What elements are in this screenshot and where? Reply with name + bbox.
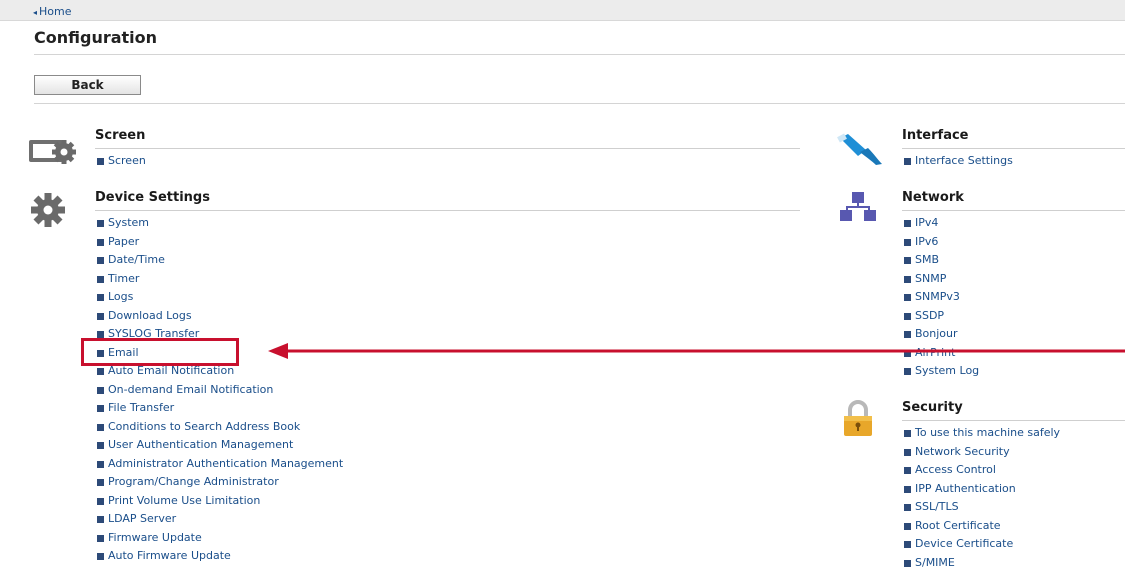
link-system-log[interactable]: System Log xyxy=(902,362,1125,381)
back-button[interactable]: Back xyxy=(34,75,141,95)
link-use-machine-safely[interactable]: To use this machine safely xyxy=(902,424,1125,443)
device-settings-item-list: System Paper Date/Time Timer Logs Downlo… xyxy=(95,214,800,566)
link-network-security[interactable]: Network Security xyxy=(902,443,1125,462)
network-icon xyxy=(840,192,876,221)
link-interface-settings[interactable]: Interface Settings xyxy=(902,152,1125,171)
section-device-settings: Device Settings System Paper Date/Time T… xyxy=(95,189,800,566)
gear-icon xyxy=(31,193,65,227)
security-item-list: To use this machine safely Network Secur… xyxy=(902,424,1125,572)
link-administrator-authentication-management[interactable]: Administrator Authentication Management xyxy=(95,455,800,474)
link-firmware-update[interactable]: Firmware Update xyxy=(95,529,800,548)
section-security: Security To use this machine safely Netw… xyxy=(902,399,1125,572)
link-file-transfer[interactable]: File Transfer xyxy=(95,399,800,418)
link-access-control[interactable]: Access Control xyxy=(902,461,1125,480)
screen-item-list: Screen xyxy=(95,152,800,171)
top-bar xyxy=(0,0,1125,21)
section-title-screen: Screen xyxy=(95,127,800,149)
home-link[interactable]: ◂ Home xyxy=(33,5,72,19)
email-highlight-box xyxy=(81,338,239,366)
link-airprint[interactable]: AirPrint xyxy=(902,344,1125,363)
interface-item-list: Interface Settings xyxy=(902,152,1125,171)
link-paper[interactable]: Paper xyxy=(95,233,800,252)
link-device-certificate[interactable]: Device Certificate xyxy=(902,535,1125,554)
link-timer[interactable]: Timer xyxy=(95,270,800,289)
screen-settings-icon xyxy=(29,140,76,164)
link-snmpv3[interactable]: SNMPv3 xyxy=(902,288,1125,307)
link-print-volume-use-limitation[interactable]: Print Volume Use Limitation xyxy=(95,492,800,511)
link-ipp-authentication[interactable]: IPP Authentication xyxy=(902,480,1125,499)
link-ssdp[interactable]: SSDP xyxy=(902,307,1125,326)
link-program-change-administrator[interactable]: Program/Change Administrator xyxy=(95,473,800,492)
link-download-logs[interactable]: Download Logs xyxy=(95,307,800,326)
home-arrow-icon: ◂ xyxy=(33,8,38,17)
link-logs[interactable]: Logs xyxy=(95,288,800,307)
link-ipv6[interactable]: IPv6 xyxy=(902,233,1125,252)
section-interface: Interface Interface Settings xyxy=(902,127,1125,171)
network-item-list: IPv4 IPv6 SMB SNMP SNMPv3 SSDP Bonjour A… xyxy=(902,214,1125,381)
section-title-security: Security xyxy=(902,399,1125,421)
link-ssl-tls[interactable]: SSL/TLS xyxy=(902,498,1125,517)
padlock-icon xyxy=(844,400,872,436)
section-title-network: Network xyxy=(902,189,1125,211)
back-divider xyxy=(34,103,1125,104)
section-screen: Screen Screen xyxy=(95,127,800,171)
section-title-interface: Interface xyxy=(902,127,1125,149)
link-snmp[interactable]: SNMP xyxy=(902,270,1125,289)
link-conditions-search-address-book[interactable]: Conditions to Search Address Book xyxy=(95,418,800,437)
page-title: Configuration xyxy=(34,28,158,47)
home-label: Home xyxy=(39,5,72,18)
link-smb[interactable]: SMB xyxy=(902,251,1125,270)
link-s-mime[interactable]: S/MIME xyxy=(902,554,1125,573)
link-date-time[interactable]: Date/Time xyxy=(95,251,800,270)
section-title-device-settings: Device Settings xyxy=(95,189,800,211)
link-auto-firmware-update[interactable]: Auto Firmware Update xyxy=(95,547,800,566)
link-bonjour[interactable]: Bonjour xyxy=(902,325,1125,344)
title-divider xyxy=(34,54,1125,55)
link-ldap-server[interactable]: LDAP Server xyxy=(95,510,800,529)
cable-icon xyxy=(837,133,882,165)
link-screen[interactable]: Screen xyxy=(95,152,800,171)
link-user-authentication-management[interactable]: User Authentication Management xyxy=(95,436,800,455)
link-ipv4[interactable]: IPv4 xyxy=(902,214,1125,233)
link-on-demand-email-notification[interactable]: On-demand Email Notification xyxy=(95,381,800,400)
section-network: Network IPv4 IPv6 SMB SNMP SNMPv3 SSDP B… xyxy=(902,189,1125,381)
link-root-certificate[interactable]: Root Certificate xyxy=(902,517,1125,536)
link-system[interactable]: System xyxy=(95,214,800,233)
